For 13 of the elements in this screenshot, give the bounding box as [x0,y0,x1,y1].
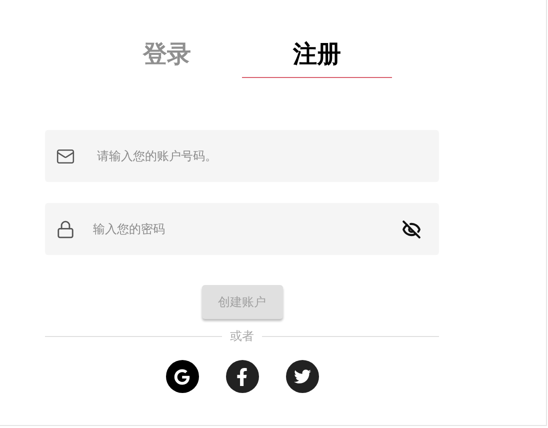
account-field[interactable]: 请输入您的账户号码。 [45,130,439,182]
password-input[interactable]: 输入您的密码 [91,221,386,237]
password-field[interactable]: 输入您的密码 [45,203,439,255]
twitter-icon[interactable] [286,360,318,393]
mail-icon [56,146,75,166]
account-input[interactable]: 请输入您的账户号码。 [95,148,421,164]
lock-icon [56,220,75,238]
facebook-icon[interactable] [226,360,258,393]
tab[interactable]: 登录 [92,36,242,78]
divider-label: 或者 [230,328,254,345]
eye-off-icon[interactable] [402,220,421,238]
google-icon[interactable] [166,360,198,393]
tab[interactable]: 注册 [242,36,392,78]
